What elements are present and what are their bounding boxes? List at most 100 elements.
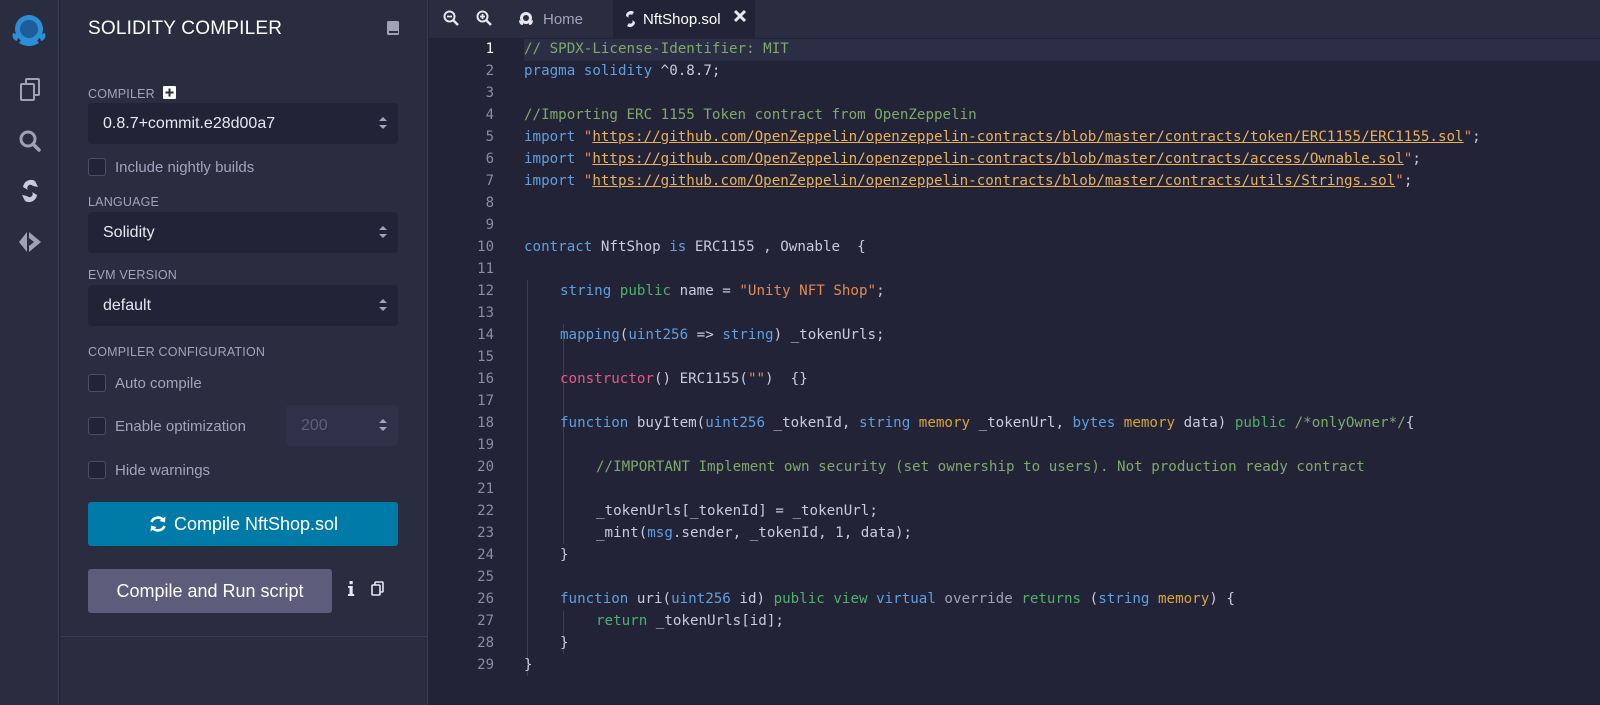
solidity-compiler-icon[interactable] bbox=[14, 175, 46, 207]
line-number: 19 bbox=[477, 437, 494, 453]
tab-nftshop[interactable]: NftShop.sol bbox=[613, 0, 755, 38]
line-number: 3 bbox=[485, 85, 494, 101]
line-number: 13 bbox=[477, 305, 494, 321]
line-number: 8 bbox=[485, 195, 494, 211]
code-line-24: } bbox=[560, 547, 569, 563]
line-number: 10 bbox=[477, 239, 494, 255]
nightly-builds-row: Include nightly builds bbox=[88, 158, 254, 176]
select-arrows-icon bbox=[379, 419, 387, 431]
info-icon[interactable] bbox=[347, 581, 355, 602]
line-number: 26 bbox=[477, 591, 494, 607]
code-line-7: import "https://github.com/OpenZeppelin/… bbox=[524, 173, 1413, 189]
remix-logo-icon[interactable] bbox=[6, 8, 52, 54]
code-line-5: import "https://github.com/OpenZeppelin/… bbox=[524, 129, 1481, 145]
remix-home-icon bbox=[519, 12, 533, 25]
optimization-row: Enable optimization bbox=[88, 417, 246, 435]
tab-home-label: Home bbox=[543, 10, 584, 28]
line-number: 1 bbox=[485, 41, 494, 57]
evm-version-select[interactable]: default bbox=[88, 285, 398, 326]
select-arrows-icon bbox=[379, 117, 387, 129]
line-number: 23 bbox=[477, 525, 494, 541]
evm-version-label: EVM VERSION bbox=[88, 268, 178, 282]
code-line-22: _tokenUrls[_tokenId] = _tokenUrl; bbox=[596, 503, 878, 519]
code-line-26: function uri(uint256 id) public view vir… bbox=[560, 591, 1235, 607]
import-link[interactable]: https://github.com/OpenZeppelin/openzepp… bbox=[592, 173, 1395, 189]
code-line-2: pragma solidity ^0.8.7; bbox=[524, 63, 721, 79]
nightly-builds-label: Include nightly builds bbox=[115, 158, 255, 176]
compiler-label: COMPILER bbox=[88, 87, 155, 101]
line-number: 25 bbox=[477, 569, 494, 585]
panel-divider bbox=[60, 636, 428, 637]
documentation-icon[interactable] bbox=[386, 20, 400, 41]
language-label: LANGUAGE bbox=[88, 195, 160, 209]
line-number: 14 bbox=[477, 327, 494, 343]
close-tab-icon[interactable] bbox=[733, 9, 747, 27]
nightly-builds-checkbox[interactable] bbox=[88, 158, 106, 176]
line-number: 16 bbox=[477, 371, 494, 387]
copy-icon[interactable] bbox=[371, 581, 384, 601]
indent-guide bbox=[527, 280, 528, 676]
line-number: 11 bbox=[477, 261, 494, 277]
code-line-4: //Importing ERC 1155 Token contract from… bbox=[524, 107, 977, 123]
line-number: 12 bbox=[477, 283, 494, 299]
line-number: 2 bbox=[485, 63, 494, 79]
line-number: 27 bbox=[477, 613, 494, 629]
compiler-version-value: 0.8.7+commit.e28d00a7 bbox=[103, 114, 276, 132]
compiler-version-select[interactable]: 0.8.7+commit.e28d00a7 bbox=[88, 103, 398, 144]
code-line-16: constructor() ERC1155("") {} bbox=[560, 371, 808, 387]
zoom-out-icon[interactable] bbox=[443, 10, 459, 31]
code-editor[interactable]: 1 2 3 4 5 6 7 8 9 10 11 12 13 14 15 16 17 18 19 20 21 22 23 24 2… bbox=[429, 38, 1600, 705]
indent-guide bbox=[563, 324, 564, 544]
select-arrows-icon bbox=[379, 226, 387, 238]
select-arrows-icon bbox=[379, 299, 387, 311]
auto-compile-label: Auto compile bbox=[115, 374, 202, 392]
add-compiler-icon[interactable] bbox=[162, 86, 176, 102]
tab-nftshop-label: NftShop.sol bbox=[643, 10, 721, 28]
code-line-27: return _tokenUrls[id]; bbox=[596, 613, 784, 629]
code-line-12: string public name = "Unity NFT Shop"; bbox=[560, 283, 885, 299]
compile-button[interactable]: Compile NftShop.sol bbox=[88, 502, 398, 546]
line-number: 29 bbox=[477, 657, 494, 673]
optimization-runs-value: 200 bbox=[301, 416, 328, 434]
refresh-icon bbox=[150, 516, 166, 532]
line-number: 4 bbox=[485, 107, 494, 123]
import-link[interactable]: https://github.com/OpenZeppelin/openzepp… bbox=[592, 151, 1403, 167]
auto-compile-checkbox[interactable] bbox=[88, 374, 106, 392]
optimization-runs-input[interactable]: 200 bbox=[286, 405, 398, 446]
file-explorer-icon[interactable] bbox=[14, 74, 46, 106]
auto-compile-row: Auto compile bbox=[88, 374, 202, 392]
code-line-23: _mint(msg.sender, _tokenId, 1, data); bbox=[596, 525, 913, 541]
panel-title: SOLIDITY COMPILER bbox=[88, 18, 283, 39]
code-line-18: function buyItem(uint256 _tokenId, strin… bbox=[560, 415, 1415, 431]
line-number: 17 bbox=[477, 393, 494, 409]
optimization-checkbox[interactable] bbox=[88, 417, 106, 435]
deploy-run-icon[interactable] bbox=[14, 226, 46, 258]
language-select[interactable]: Solidity bbox=[88, 212, 398, 253]
line-number: 28 bbox=[477, 635, 494, 651]
icon-rail bbox=[0, 0, 59, 705]
line-number: 9 bbox=[485, 217, 494, 233]
line-number: 15 bbox=[477, 349, 494, 365]
import-link[interactable]: https://github.com/OpenZeppelin/openzepp… bbox=[592, 129, 1463, 145]
code-line-29: } bbox=[524, 657, 533, 673]
compile-run-script-button[interactable]: Compile and Run script bbox=[88, 569, 332, 613]
compile-run-script-label: Compile and Run script bbox=[116, 580, 304, 601]
hide-warnings-label: Hide warnings bbox=[115, 461, 211, 479]
line-number: 21 bbox=[477, 481, 494, 497]
compile-button-label: Compile NftShop.sol bbox=[173, 513, 339, 534]
compiler-panel: SOLIDITY COMPILER COMPILER 0.8.7+commit.… bbox=[60, 0, 428, 705]
evm-version-value: default bbox=[103, 296, 152, 314]
line-number: 22 bbox=[477, 503, 494, 519]
code-line-28: } bbox=[560, 635, 569, 651]
language-value: Solidity bbox=[103, 223, 155, 241]
line-number: 20 bbox=[477, 459, 494, 475]
code-line-10: contract NftShop is ERC1155 , Ownable { bbox=[524, 239, 866, 255]
line-number: 6 bbox=[485, 151, 494, 167]
tab-bar: Home NftShop.sol bbox=[429, 0, 1600, 38]
hide-warnings-row: Hide warnings bbox=[88, 461, 210, 479]
zoom-in-icon[interactable] bbox=[476, 10, 492, 31]
line-number: 7 bbox=[485, 173, 494, 189]
search-icon[interactable] bbox=[14, 125, 46, 157]
tab-home[interactable]: Home bbox=[511, 0, 611, 38]
hide-warnings-checkbox[interactable] bbox=[88, 461, 106, 479]
